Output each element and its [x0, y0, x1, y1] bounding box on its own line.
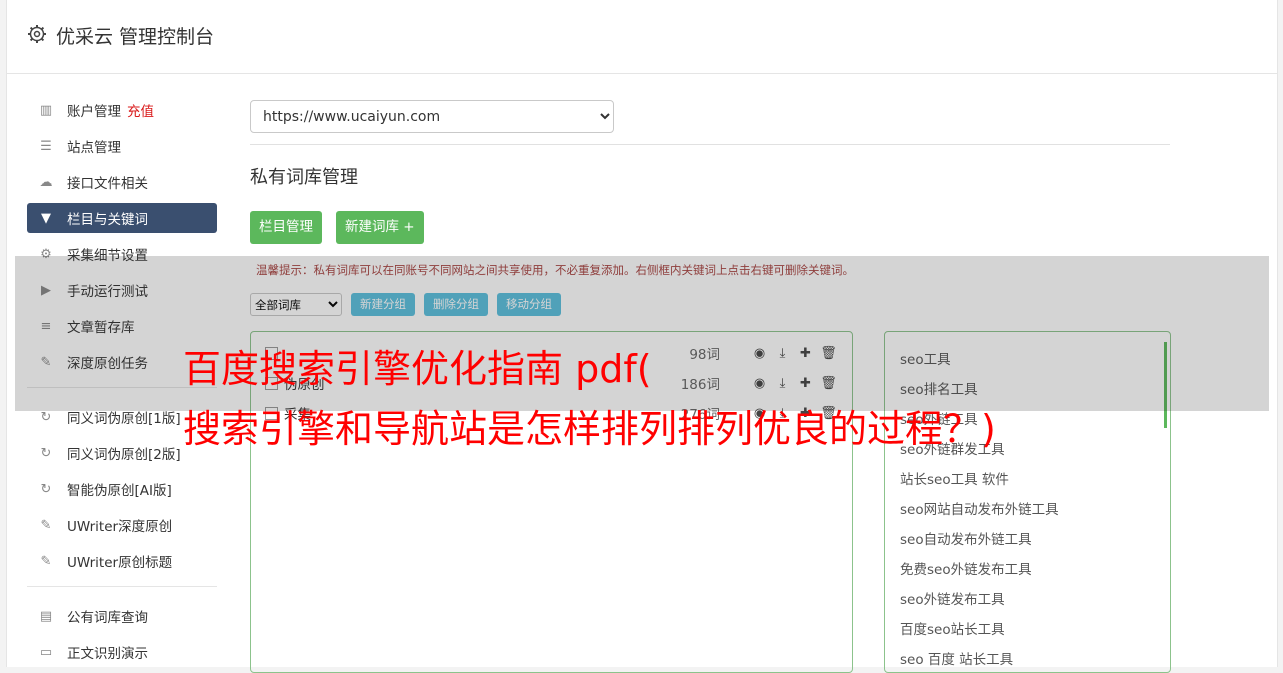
overlay-title-line1: 百度搜索引擎优化指南 pdf( [183, 347, 652, 391]
sidebar-item-uwriter-title[interactable]: ✎ UWriter原创标题 [27, 546, 217, 576]
new-lexicon-button[interactable]: 新建词库 + [336, 211, 424, 244]
monitor-icon: ▭ [39, 644, 53, 660]
keyword-item[interactable]: seo外链发布工具 [900, 588, 1005, 608]
column-manage-button[interactable]: 栏目管理 [250, 211, 322, 244]
overlay-title-line2: 搜索引擎和导航站是怎样排列排列优良的过程？) [183, 407, 996, 451]
sidebar-item-ai-rewrite[interactable]: ↻ 智能伪原创[AI版] [27, 474, 217, 504]
bar-chart-icon: ▥ [39, 102, 53, 118]
sidebar-item-label: 公有词库查询 [67, 610, 148, 626]
keyword-item[interactable]: seo自动发布外链工具 [900, 528, 1032, 548]
server-icon: ☰ [40, 138, 52, 154]
sidebar-item-label: UWriter原创标题 [67, 555, 173, 571]
sidebar-item-columns-keywords[interactable]: ▼ 栏目与关键词 [27, 203, 217, 233]
sidebar-item-label: 站点管理 [67, 140, 121, 156]
sidebar-item-label: 正文识别演示 [67, 646, 148, 662]
sidebar-item-label: 同义词伪原创[2版] [67, 447, 181, 463]
refresh-icon: ↻ [40, 445, 52, 461]
action-buttons: 栏目管理 新建词库 + [250, 211, 1172, 244]
book-icon: ▤ [39, 608, 53, 624]
sidebar-item-interface-files[interactable]: ☁ 接口文件相关 [27, 167, 217, 197]
sidebar-item-label: 接口文件相关 [67, 176, 148, 192]
recharge-link[interactable]: 充值 [127, 100, 154, 120]
header: 优采云 管理控制台 [7, 0, 1277, 74]
keyword-item[interactable]: 免费seo外链发布工具 [900, 558, 1032, 578]
keyword-item[interactable]: 站长seo工具 软件 [900, 468, 1009, 488]
sidebar-item-text-recognition[interactable]: ▭ 正文识别演示 [27, 637, 217, 667]
sidebar-item-sites[interactable]: ☰ 站点管理 [27, 131, 217, 161]
main-content: https://www.ucaiyun.com 私有词库管理 栏目管理 新建词库… [250, 100, 1172, 673]
keyword-item[interactable]: 百度seo站长工具 [900, 618, 1005, 638]
keyword-item[interactable]: seo 百度 站长工具 [900, 648, 1013, 668]
site-select[interactable]: https://www.ucaiyun.com [250, 100, 614, 133]
cloud-upload-icon: ☁ [39, 174, 53, 190]
gear-icon [28, 25, 46, 43]
page-title: 私有词库管理 [250, 167, 358, 188]
refresh-icon: ↻ [40, 481, 52, 497]
app-title: 优采云 管理控制台 [56, 26, 215, 48]
keyword-item[interactable]: seo网站自动发布外链工具 [900, 498, 1059, 518]
edit-icon: ✎ [40, 553, 52, 569]
sidebar-item-label: 账户管理 [67, 104, 121, 120]
sidebar-item-label: 智能伪原创[AI版] [67, 483, 172, 499]
sidebar-divider [27, 586, 217, 587]
sidebar-item-account[interactable]: ▥ 账户管理 充值 [27, 95, 217, 125]
refresh-icon: ↻ [40, 409, 52, 425]
filter-icon: ▼ [41, 210, 51, 226]
sidebar-item-uwriter-deep[interactable]: ✎ UWriter深度原创 [27, 510, 217, 540]
divider [250, 144, 1170, 145]
sidebar-item-label: 栏目与关键词 [67, 212, 148, 228]
sidebar-item-public-lexicon[interactable]: ▤ 公有词库查询 [27, 601, 217, 631]
sidebar-item-label: UWriter深度原创 [67, 519, 173, 535]
edit-icon: ✎ [40, 517, 52, 533]
